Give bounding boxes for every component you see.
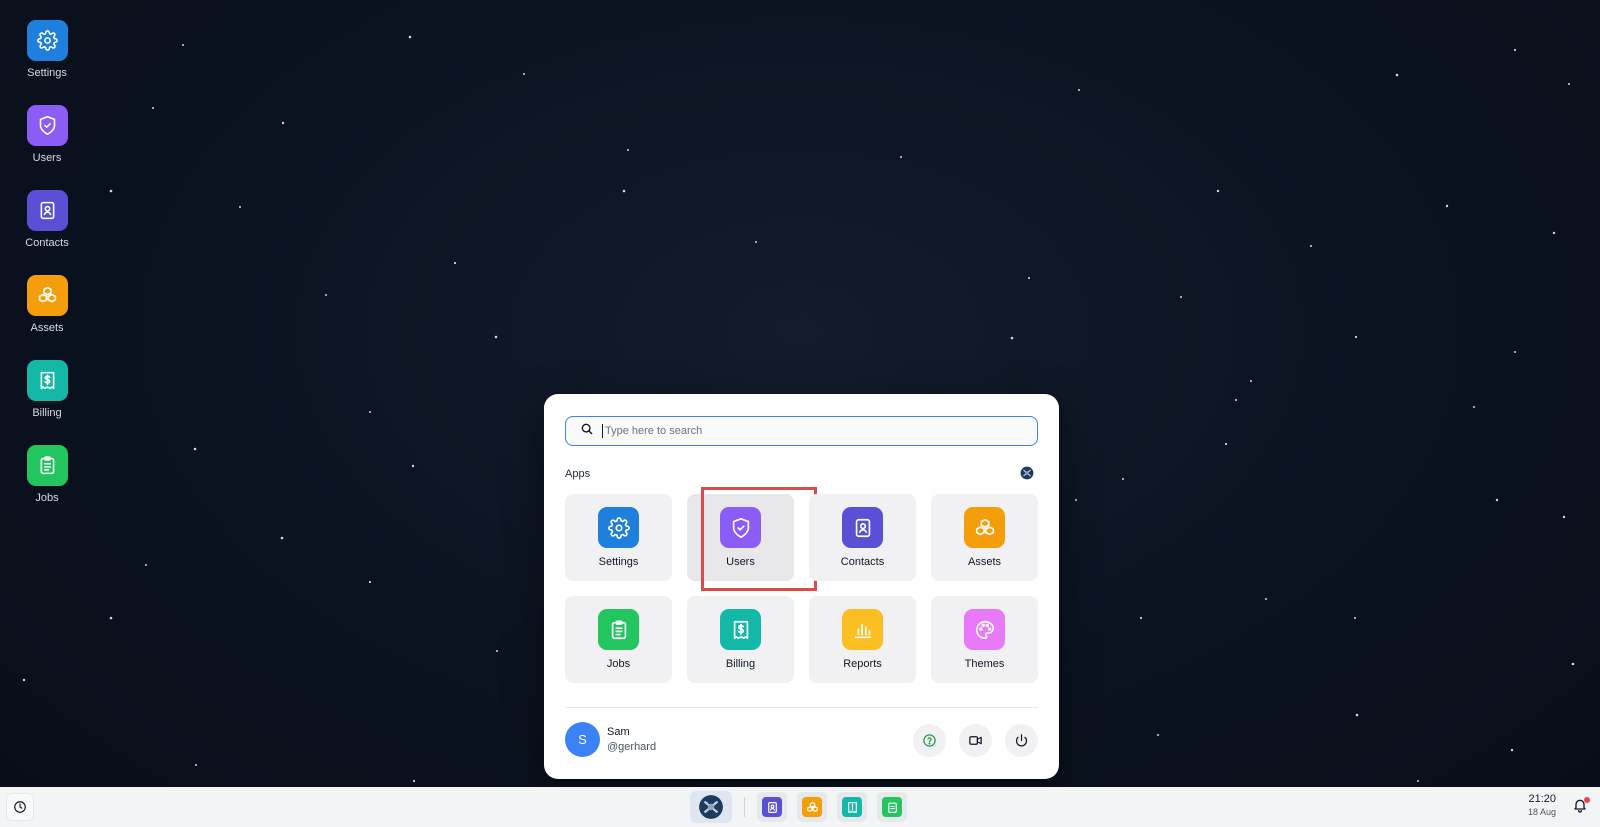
video-icon <box>969 736 982 745</box>
desktop-icon-label: Users <box>32 152 62 164</box>
launcher-actions <box>913 724 1038 757</box>
app-tile-reports[interactable]: Reports <box>809 596 916 683</box>
divider <box>565 707 1038 708</box>
clipboard-icon <box>598 609 639 650</box>
app-launcher: Apps Settings Users Contacts <box>544 394 1059 779</box>
history-button[interactable] <box>6 793 34 821</box>
taskbar-separator <box>744 797 745 817</box>
app-tile-assets[interactable]: Assets <box>931 494 1038 581</box>
app-tile-label: Settings <box>598 556 639 568</box>
brand-logo-icon <box>699 795 723 819</box>
palette-icon <box>964 609 1005 650</box>
help-button[interactable] <box>913 724 946 757</box>
receipt-dollar-icon <box>842 797 862 817</box>
shield-icon <box>26 105 68 146</box>
contact-book-icon <box>842 507 883 548</box>
search-icon <box>580 422 594 441</box>
clock-icon <box>14 801 26 813</box>
taskbar-app-billing[interactable] <box>837 792 867 822</box>
desktop-icons: Settings Users Contacts Assets Billing J… <box>14 20 80 530</box>
app-tile-label: Billing <box>725 658 756 670</box>
search-input[interactable] <box>602 424 1022 438</box>
app-tile-label: Users <box>726 556 755 568</box>
desktop-icon-jobs[interactable]: Jobs <box>14 445 80 530</box>
user-profile[interactable]: S Sam @gerhard <box>565 722 656 757</box>
clipboard-icon <box>882 797 902 817</box>
notification-badge <box>1584 797 1590 803</box>
taskbar-clock[interactable]: 21:20 18 Aug <box>1528 793 1556 817</box>
brand-logo-icon <box>1020 466 1034 480</box>
receipt-dollar-icon <box>26 360 68 401</box>
boxes-icon <box>26 275 68 316</box>
clock-time: 21:20 <box>1528 793 1556 805</box>
desktop-icon-label: Settings <box>27 67 67 79</box>
bar-chart-icon <box>842 609 883 650</box>
notifications-button[interactable] <box>1572 797 1592 817</box>
video-button[interactable] <box>959 724 992 757</box>
taskbar-app-contacts[interactable] <box>757 792 787 822</box>
desktop-icon-billing[interactable]: Billing <box>14 360 80 445</box>
shield-icon <box>720 507 761 548</box>
clock-date: 18 Aug <box>1527 807 1556 817</box>
search-box[interactable] <box>565 416 1038 446</box>
app-tile-label: Reports <box>843 658 882 670</box>
desktop-icon-label: Contacts <box>25 237 69 249</box>
app-tile-label: Assets <box>967 556 1001 568</box>
receipt-dollar-icon <box>720 609 761 650</box>
user-handle: @gerhard <box>607 741 657 753</box>
app-tile-themes[interactable]: Themes <box>931 596 1038 683</box>
taskbar: 21:20 18 Aug <box>0 787 1600 827</box>
clipboard-icon <box>26 445 68 486</box>
boxes-icon <box>964 507 1005 548</box>
launcher-button[interactable] <box>690 791 732 823</box>
taskbar-apps <box>690 790 917 824</box>
help-icon <box>923 734 936 747</box>
desktop-icon-assets[interactable]: Assets <box>14 275 80 360</box>
power-icon <box>1015 734 1028 747</box>
desktop-icon-label: Billing <box>32 407 62 419</box>
app-tile-users[interactable]: Users <box>687 494 794 581</box>
contact-book-icon <box>26 190 68 231</box>
boxes-icon <box>802 797 822 817</box>
apps-section-title: Apps <box>565 468 591 480</box>
app-tile-billing[interactable]: Billing <box>687 596 794 683</box>
taskbar-app-jobs[interactable] <box>877 792 907 822</box>
desktop-icon-label: Assets <box>30 322 64 334</box>
contact-book-icon <box>762 797 782 817</box>
avatar: S <box>565 722 600 757</box>
power-button[interactable] <box>1005 724 1038 757</box>
desktop-icon-users[interactable]: Users <box>14 105 80 190</box>
app-tile-jobs[interactable]: Jobs <box>565 596 672 683</box>
gear-icon <box>598 507 639 548</box>
app-tile-label: Contacts <box>840 556 885 568</box>
desktop-icon-contacts[interactable]: Contacts <box>14 190 80 275</box>
desktop-icon-settings[interactable]: Settings <box>14 20 80 105</box>
user-name: Sam <box>607 726 630 738</box>
app-tile-settings[interactable]: Settings <box>565 494 672 581</box>
gear-icon <box>26 20 68 61</box>
app-tile-label: Themes <box>964 658 1005 670</box>
taskbar-app-assets[interactable] <box>797 792 827 822</box>
app-tile-label: Jobs <box>606 658 631 670</box>
app-tile-contacts[interactable]: Contacts <box>809 494 916 581</box>
desktop-icon-label: Jobs <box>35 492 59 504</box>
